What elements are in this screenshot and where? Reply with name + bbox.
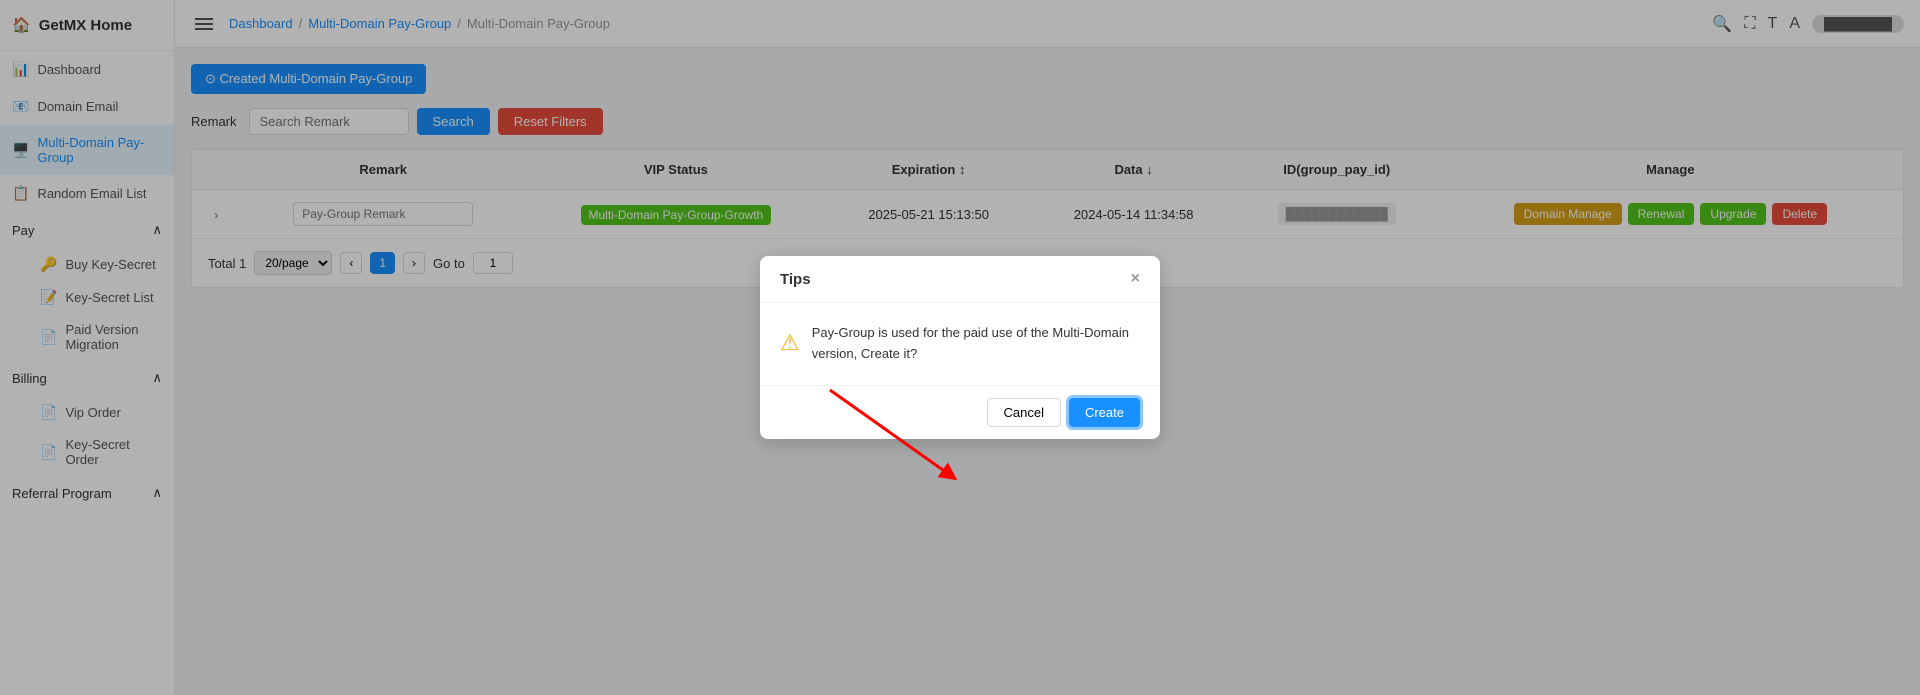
dialog-message: Pay-Group is used for the paid use of th… bbox=[812, 323, 1140, 365]
tips-dialog: Tips × ⚠ Pay-Group is used for the paid … bbox=[760, 256, 1160, 439]
dialog-title: Tips bbox=[780, 271, 811, 288]
dialog-body: ⚠ Pay-Group is used for the paid use of … bbox=[760, 303, 1160, 385]
warning-icon: ⚠ bbox=[780, 325, 800, 360]
dialog-footer: Cancel Create bbox=[760, 385, 1160, 439]
cancel-button[interactable]: Cancel bbox=[987, 398, 1061, 427]
dialog-overlay: Tips × ⚠ Pay-Group is used for the paid … bbox=[0, 0, 1920, 695]
dialog-close-button[interactable]: × bbox=[1131, 270, 1140, 288]
dialog-header: Tips × bbox=[760, 256, 1160, 303]
create-button[interactable]: Create bbox=[1069, 398, 1140, 427]
